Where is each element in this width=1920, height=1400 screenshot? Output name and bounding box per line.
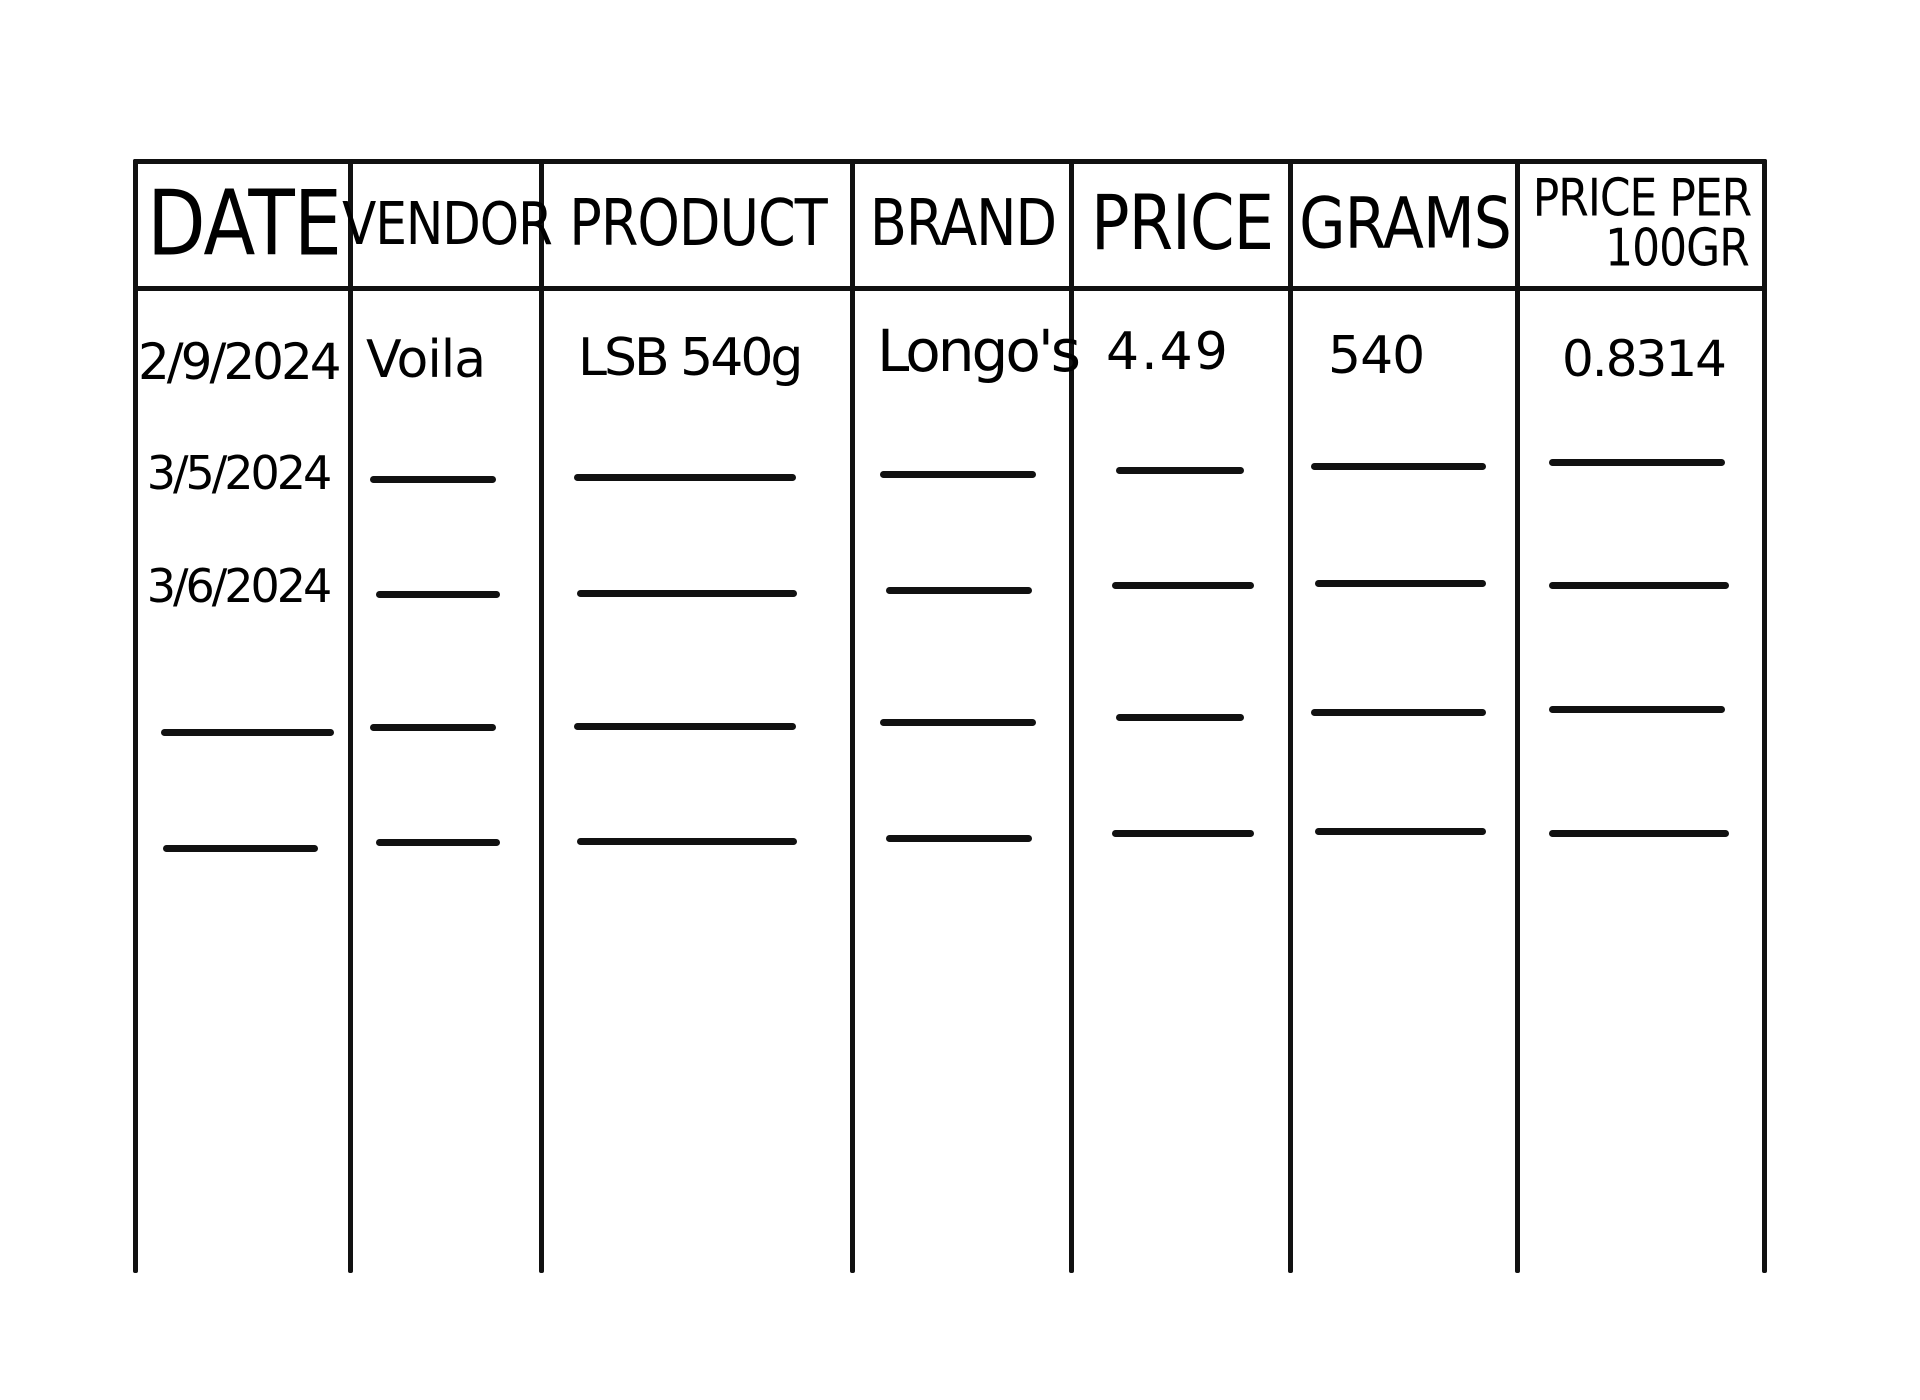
header-price-per-100gr-line2: 100GR xyxy=(1605,218,1750,279)
row-2-product-blank xyxy=(574,474,796,481)
row-4-price-per-100gr-blank xyxy=(1549,706,1725,713)
row-4-brand-blank xyxy=(880,719,1036,726)
row-3-vendor-blank xyxy=(376,591,500,598)
row-1-price: 4.49 xyxy=(1106,322,1230,382)
column-divider-price xyxy=(1288,159,1293,1273)
row-4-price-blank xyxy=(1116,714,1244,721)
row-5-vendor-blank xyxy=(376,839,500,846)
row-3-brand-blank xyxy=(886,587,1032,594)
row-2-price-blank xyxy=(1116,467,1244,474)
row-3-grams-blank xyxy=(1315,580,1486,587)
row-3-price-blank xyxy=(1112,582,1254,589)
row-3-product-blank xyxy=(577,590,797,597)
column-divider-date xyxy=(348,159,353,1273)
row-4-product-blank xyxy=(574,723,796,730)
row-5-price-blank xyxy=(1112,830,1254,837)
row-2-vendor-blank xyxy=(370,476,496,483)
row-1-price-per-100gr: 0.8314 xyxy=(1562,330,1727,388)
column-divider-product xyxy=(850,159,855,1273)
handwritten-price-table: DATE VENDOR PRODUCT BRAND PRICE GRAMS PR… xyxy=(0,0,1920,1400)
row-4-date-blank xyxy=(161,729,334,736)
header-product: PRODUCT xyxy=(569,186,827,261)
row-5-date-blank xyxy=(163,845,318,852)
row-5-brand-blank xyxy=(886,835,1032,842)
column-divider-left xyxy=(133,159,138,1273)
row-2-grams-blank xyxy=(1311,463,1486,470)
row-5-product-blank xyxy=(577,838,797,845)
header-date: DATE xyxy=(147,170,342,276)
header-brand: BRAND xyxy=(869,186,1057,261)
row-4-grams-blank xyxy=(1311,709,1486,716)
row-5-price-per-100gr-blank xyxy=(1549,830,1729,837)
row-5-grams-blank xyxy=(1315,828,1486,835)
column-divider-vendor xyxy=(539,159,544,1273)
row-1-vendor: Voila xyxy=(366,330,486,390)
column-divider-right xyxy=(1762,159,1767,1273)
row-3-date: 3/6/2024 xyxy=(146,559,333,613)
row-2-price-per-100gr-blank xyxy=(1549,459,1725,466)
row-2-brand-blank xyxy=(880,471,1036,478)
header-price-per-100gr: PRICE PER 100GR xyxy=(1522,153,1762,295)
row-2-date: 3/5/2024 xyxy=(146,446,333,500)
header-price: PRICE xyxy=(1090,180,1274,268)
row-1-date: 2/9/2024 xyxy=(138,333,342,391)
header-price-per-100gr-line1: PRICE PER xyxy=(1532,168,1752,229)
row-1-brand: Longo's xyxy=(877,317,1081,385)
row-3-price-per-100gr-blank xyxy=(1549,582,1729,589)
header-vendor: VENDOR xyxy=(342,189,553,259)
row-1-product: LSB 540g xyxy=(578,328,803,388)
header-grams: GRAMS xyxy=(1299,182,1512,266)
column-divider-grams xyxy=(1515,159,1520,1273)
row-1-grams: 540 xyxy=(1328,326,1425,386)
row-4-vendor-blank xyxy=(370,724,496,731)
